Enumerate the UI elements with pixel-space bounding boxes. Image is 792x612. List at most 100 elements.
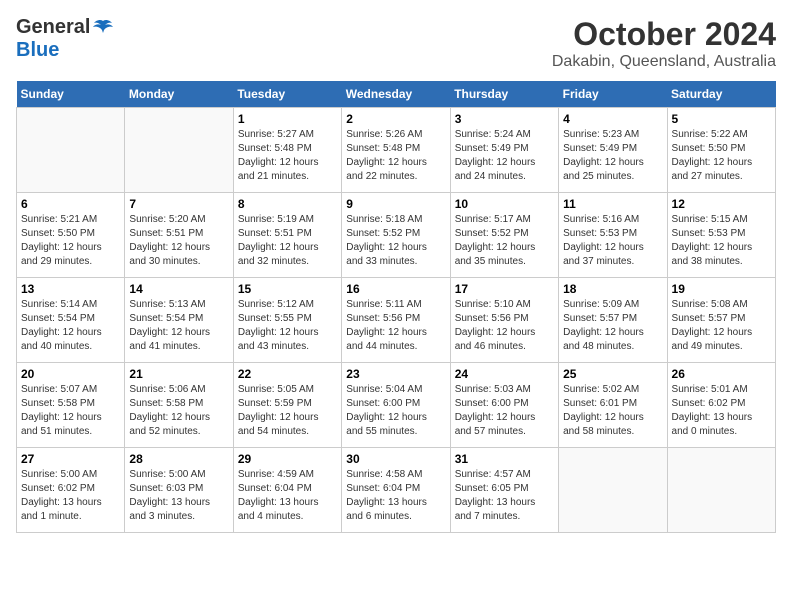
calendar-cell: 1 Sunrise: 5:27 AM Sunset: 5:48 PM Daylig… <box>233 108 341 193</box>
calendar-cell: 5 Sunrise: 5:22 AM Sunset: 5:50 PM Daylig… <box>667 108 775 193</box>
calendar-cell: 23 Sunrise: 5:04 AM Sunset: 6:00 PM Dayli… <box>342 363 450 448</box>
calendar-cell <box>125 108 233 193</box>
day-info: Sunrise: 5:07 AM Sunset: 5:58 PM Dayligh… <box>21 383 120 439</box>
day-info: Sunrise: 5:27 AM Sunset: 5:48 PM Dayligh… <box>238 128 337 184</box>
day-header-saturday: Saturday <box>667 81 775 108</box>
month-title: October 2024 <box>552 16 776 53</box>
day-info: Sunrise: 5:11 AM Sunset: 5:56 PM Dayligh… <box>346 298 445 354</box>
day-info: Sunrise: 5:20 AM Sunset: 5:51 PM Dayligh… <box>129 213 228 269</box>
days-of-week-row: SundayMondayTuesdayWednesdayThursdayFrid… <box>17 81 776 108</box>
location-title: Dakabin, Queensland, Australia <box>552 53 776 71</box>
week-row-2: 6Sunrise: 5:21 AM Sunset: 5:50 PM Daylig… <box>17 193 776 278</box>
logo-blue-text: Blue <box>16 39 59 62</box>
day-info: Sunrise: 5:21 AM Sunset: 5:50 PM Dayligh… <box>21 213 120 269</box>
day-number: 27 <box>21 452 120 466</box>
calendar-cell: 13 Sunrise: 5:14 AM Sunset: 5:54 PM Dayli… <box>17 278 125 363</box>
calendar-cell: 15Sunrise: 5:12 AM Sunset: 5:55 PM Dayli… <box>233 278 341 363</box>
day-info: Sunrise: 5:06 AM Sunset: 5:58 PM Dayligh… <box>129 383 228 439</box>
day-header-friday: Friday <box>559 81 667 108</box>
logo: General Blue <box>16 16 114 62</box>
calendar-cell: 25 Sunrise: 5:02 AM Sunset: 6:01 PM Dayli… <box>559 363 667 448</box>
day-info: Sunrise: 5:00 AM Sunset: 6:02 PM Dayligh… <box>21 468 120 524</box>
day-info: Sunrise: 5:08 AM Sunset: 5:57 PM Dayligh… <box>672 298 771 354</box>
day-header-tuesday: Tuesday <box>233 81 341 108</box>
calendar-cell: 19 Sunrise: 5:08 AM Sunset: 5:57 PM Dayli… <box>667 278 775 363</box>
day-number: 25 <box>563 367 662 381</box>
day-info: Sunrise: 5:03 AM Sunset: 6:00 PM Dayligh… <box>455 383 554 439</box>
day-number: 29 <box>238 452 337 466</box>
day-number: 23 <box>346 367 445 381</box>
day-number: 11 <box>563 197 662 211</box>
day-info: Sunrise: 5:19 AM Sunset: 5:51 PM Dayligh… <box>238 213 337 269</box>
day-info: Sunrise: 5:04 AM Sunset: 6:00 PM Dayligh… <box>346 383 445 439</box>
day-number: 8 <box>238 197 337 211</box>
calendar-cell: 16 Sunrise: 5:11 AM Sunset: 5:56 PM Dayli… <box>342 278 450 363</box>
calendar-table: SundayMondayTuesdayWednesdayThursdayFrid… <box>16 81 776 533</box>
calendar-cell <box>17 108 125 193</box>
calendar-cell: 29 Sunrise: 4:59 AM Sunset: 6:04 PM Dayli… <box>233 448 341 533</box>
day-number: 17 <box>455 282 554 296</box>
day-info: Sunrise: 5:00 AM Sunset: 6:03 PM Dayligh… <box>129 468 228 524</box>
day-number: 12 <box>672 197 771 211</box>
week-row-3: 13 Sunrise: 5:14 AM Sunset: 5:54 PM Dayli… <box>17 278 776 363</box>
day-info: Sunrise: 5:15 AM Sunset: 5:53 PM Dayligh… <box>672 213 771 269</box>
day-info: Sunrise: 5:26 AM Sunset: 5:48 PM Dayligh… <box>346 128 445 184</box>
day-number: 31 <box>455 452 554 466</box>
day-info: Sunrise: 5:09 AM Sunset: 5:57 PM Dayligh… <box>563 298 662 354</box>
calendar-cell: 8 Sunrise: 5:19 AM Sunset: 5:51 PM Daylig… <box>233 193 341 278</box>
page-header: General Blue October 2024 Dakabin, Queen… <box>16 16 776 71</box>
day-number: 9 <box>346 197 445 211</box>
day-number: 20 <box>21 367 120 381</box>
week-row-5: 27 Sunrise: 5:00 AM Sunset: 6:02 PM Dayli… <box>17 448 776 533</box>
calendar-cell <box>559 448 667 533</box>
day-number: 4 <box>563 112 662 126</box>
calendar-cell: 18Sunrise: 5:09 AM Sunset: 5:57 PM Dayli… <box>559 278 667 363</box>
day-number: 24 <box>455 367 554 381</box>
calendar-cell: 31 Sunrise: 4:57 AM Sunset: 6:05 PM Dayli… <box>450 448 558 533</box>
calendar-cell: 17Sunrise: 5:10 AM Sunset: 5:56 PM Dayli… <box>450 278 558 363</box>
calendar-cell: 3Sunrise: 5:24 AM Sunset: 5:49 PM Daylig… <box>450 108 558 193</box>
calendar-cell: 10 Sunrise: 5:17 AM Sunset: 5:52 PM Dayli… <box>450 193 558 278</box>
day-info: Sunrise: 5:18 AM Sunset: 5:52 PM Dayligh… <box>346 213 445 269</box>
calendar-cell: 14Sunrise: 5:13 AM Sunset: 5:54 PM Dayli… <box>125 278 233 363</box>
day-info: Sunrise: 5:02 AM Sunset: 6:01 PM Dayligh… <box>563 383 662 439</box>
day-number: 7 <box>129 197 228 211</box>
day-header-sunday: Sunday <box>17 81 125 108</box>
week-row-1: 1 Sunrise: 5:27 AM Sunset: 5:48 PM Daylig… <box>17 108 776 193</box>
day-info: Sunrise: 4:59 AM Sunset: 6:04 PM Dayligh… <box>238 468 337 524</box>
day-info: Sunrise: 5:05 AM Sunset: 5:59 PM Dayligh… <box>238 383 337 439</box>
day-header-monday: Monday <box>125 81 233 108</box>
day-number: 10 <box>455 197 554 211</box>
calendar-cell: 12 Sunrise: 5:15 AM Sunset: 5:53 PM Dayli… <box>667 193 775 278</box>
day-info: Sunrise: 4:57 AM Sunset: 6:05 PM Dayligh… <box>455 468 554 524</box>
calendar-cell: 30 Sunrise: 4:58 AM Sunset: 6:04 PM Dayli… <box>342 448 450 533</box>
logo-general-text: General <box>16 16 90 39</box>
day-info: Sunrise: 5:14 AM Sunset: 5:54 PM Dayligh… <box>21 298 120 354</box>
day-info: Sunrise: 5:13 AM Sunset: 5:54 PM Dayligh… <box>129 298 228 354</box>
calendar-cell <box>667 448 775 533</box>
calendar-cell: 6Sunrise: 5:21 AM Sunset: 5:50 PM Daylig… <box>17 193 125 278</box>
day-header-wednesday: Wednesday <box>342 81 450 108</box>
day-info: Sunrise: 4:58 AM Sunset: 6:04 PM Dayligh… <box>346 468 445 524</box>
day-number: 3 <box>455 112 554 126</box>
day-number: 19 <box>672 282 771 296</box>
day-number: 16 <box>346 282 445 296</box>
day-number: 1 <box>238 112 337 126</box>
week-row-4: 20 Sunrise: 5:07 AM Sunset: 5:58 PM Dayli… <box>17 363 776 448</box>
day-info: Sunrise: 5:22 AM Sunset: 5:50 PM Dayligh… <box>672 128 771 184</box>
day-info: Sunrise: 5:17 AM Sunset: 5:52 PM Dayligh… <box>455 213 554 269</box>
calendar-cell: 11Sunrise: 5:16 AM Sunset: 5:53 PM Dayli… <box>559 193 667 278</box>
day-number: 30 <box>346 452 445 466</box>
calendar-cell: 4Sunrise: 5:23 AM Sunset: 5:49 PM Daylig… <box>559 108 667 193</box>
day-number: 2 <box>346 112 445 126</box>
calendar-cell: 24 Sunrise: 5:03 AM Sunset: 6:00 PM Dayli… <box>450 363 558 448</box>
day-number: 5 <box>672 112 771 126</box>
day-number: 13 <box>21 282 120 296</box>
calendar-cell: 27 Sunrise: 5:00 AM Sunset: 6:02 PM Dayli… <box>17 448 125 533</box>
logo-bird-icon <box>92 19 114 37</box>
calendar-cell: 26Sunrise: 5:01 AM Sunset: 6:02 PM Dayli… <box>667 363 775 448</box>
calendar-cell: 22Sunrise: 5:05 AM Sunset: 5:59 PM Dayli… <box>233 363 341 448</box>
title-section: October 2024 Dakabin, Queensland, Austra… <box>552 16 776 71</box>
day-number: 15 <box>238 282 337 296</box>
calendar-cell: 21Sunrise: 5:06 AM Sunset: 5:58 PM Dayli… <box>125 363 233 448</box>
